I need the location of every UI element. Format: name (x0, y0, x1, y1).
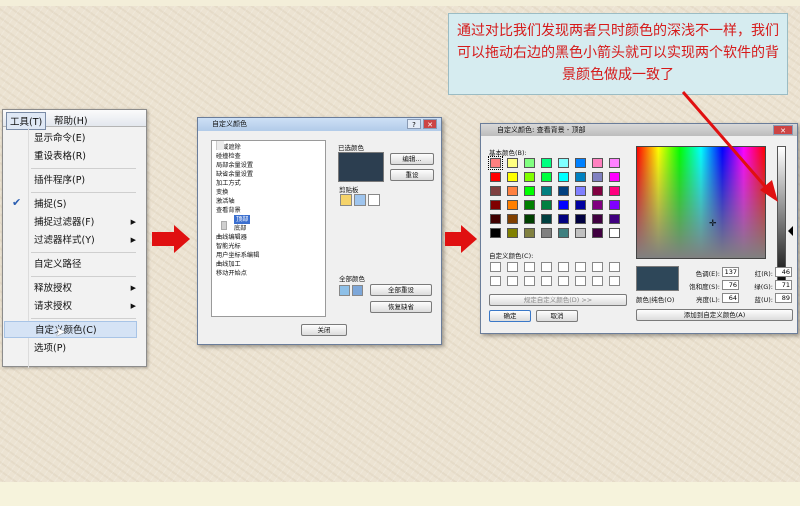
pointer-line (681, 91, 772, 193)
callout-pointer-arrow (681, 91, 778, 202)
